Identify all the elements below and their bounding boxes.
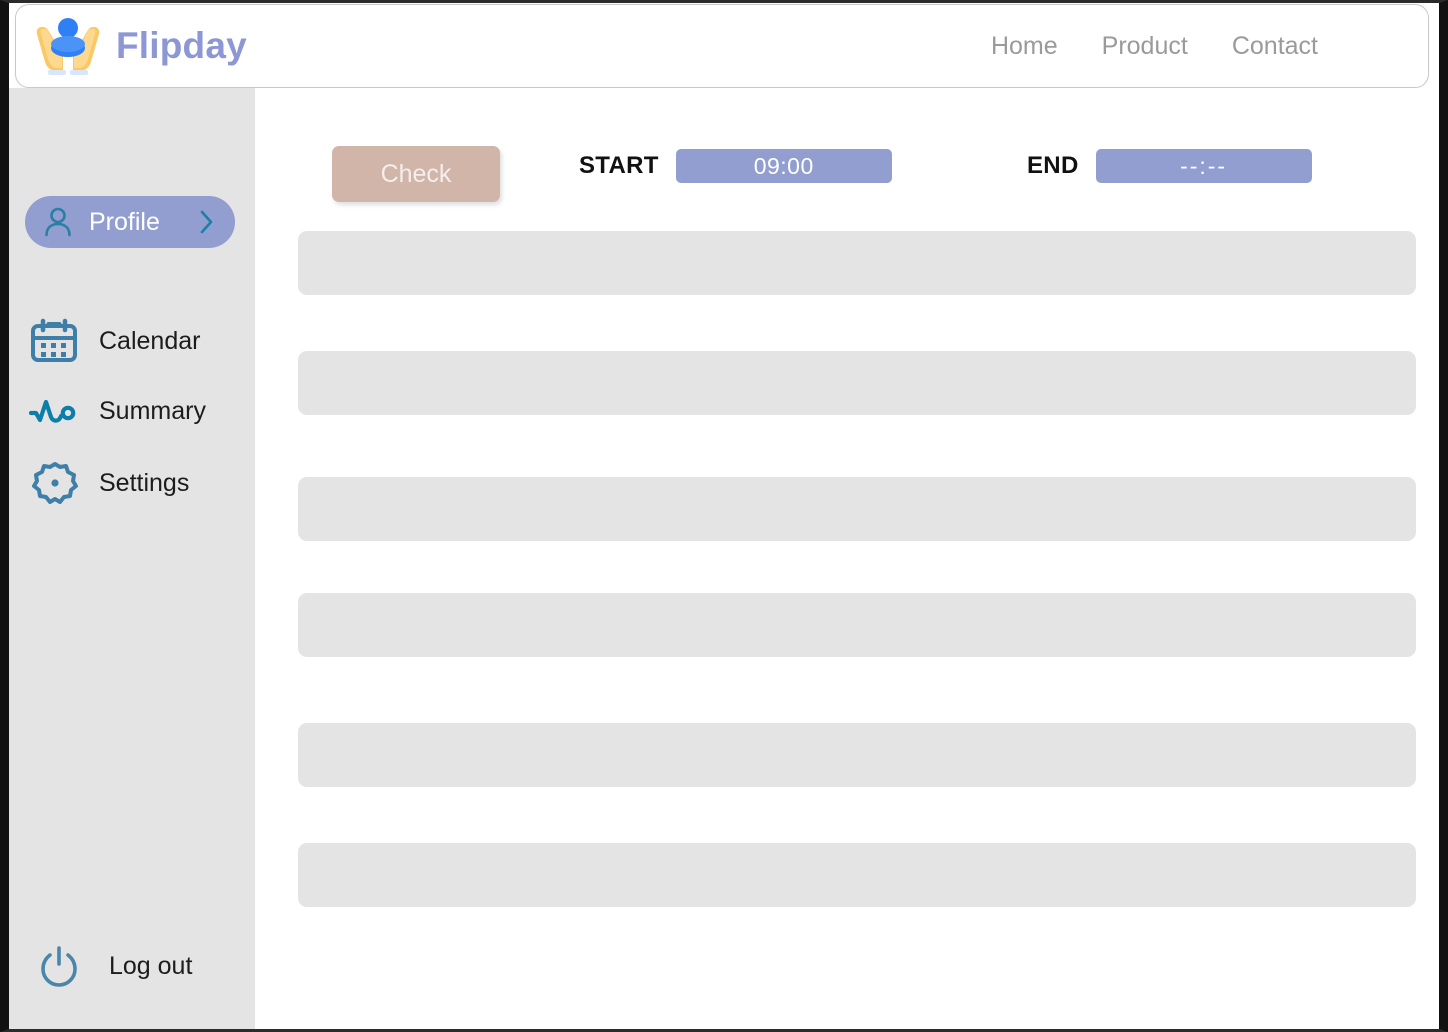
sidebar-item-profile[interactable]: Profile — [25, 196, 235, 248]
calendar-icon — [29, 318, 83, 364]
sidebar-item-settings-label: Settings — [99, 468, 190, 497]
chevron-right-icon — [199, 209, 215, 235]
hands-holding-person-icon — [32, 13, 104, 79]
table-row[interactable] — [298, 593, 1416, 657]
start-time-group: START 09:00 — [579, 149, 892, 183]
person-icon — [43, 206, 73, 238]
entry-list — [255, 196, 1439, 976]
activity-pulse-icon — [29, 395, 83, 427]
brand: Flipday — [32, 13, 247, 79]
app-header: Flipday Home Product Contact — [15, 4, 1429, 88]
sidebar-item-profile-label: Profile — [89, 207, 160, 236]
brand-name: Flipday — [116, 25, 247, 66]
end-time-input[interactable]: --:-- — [1095, 149, 1312, 183]
table-row[interactable] — [298, 723, 1416, 787]
main-content: Check START 09:00 END --:-- — [255, 88, 1439, 1029]
table-row[interactable] — [298, 477, 1416, 541]
start-label: START — [579, 152, 659, 179]
sidebar-item-logout-label: Log out — [109, 951, 193, 980]
sidebar-item-settings[interactable]: Settings — [29, 458, 244, 508]
table-row[interactable] — [298, 231, 1416, 295]
sidebar-item-logout[interactable]: Log out — [37, 941, 252, 991]
sidebar-item-summary-label: Summary — [99, 396, 206, 425]
check-button[interactable]: Check — [332, 146, 500, 202]
sidebar-item-summary[interactable]: Summary — [29, 386, 244, 436]
nav-link-home[interactable]: Home — [991, 32, 1058, 61]
end-label: END — [1027, 152, 1079, 179]
end-time-group: END --:-- — [1027, 149, 1312, 183]
table-row[interactable] — [298, 351, 1416, 415]
time-controls-bar: Check START 09:00 END --:-- — [255, 88, 1439, 202]
power-icon — [37, 944, 91, 988]
app-window: Flipday Home Product Contact Profile Cal… — [0, 0, 1448, 1032]
sidebar-item-calendar[interactable]: Calendar — [29, 316, 244, 366]
main-nav: Home Product Contact — [991, 32, 1318, 61]
sidebar: Profile Calendar Summary Settings Log ou… — [9, 88, 255, 1029]
sidebar-item-calendar-label: Calendar — [99, 326, 201, 355]
table-row[interactable] — [298, 843, 1416, 907]
nav-link-contact[interactable]: Contact — [1232, 32, 1318, 61]
start-time-input[interactable]: 09:00 — [675, 149, 892, 183]
nav-link-product[interactable]: Product — [1102, 32, 1188, 61]
gear-icon — [29, 459, 83, 507]
